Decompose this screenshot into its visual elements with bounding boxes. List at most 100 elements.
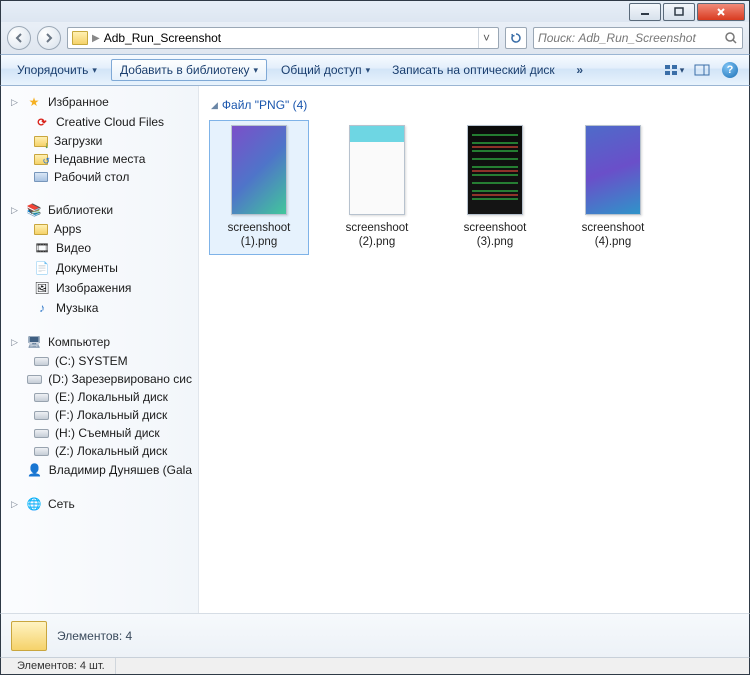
- file-name: screenshoot (4).png: [568, 221, 658, 250]
- status-bar: Элементов: 4 шт.: [0, 657, 750, 675]
- file-list-pane: ◢ Файл "PNG" (4) screenshoot (1).png scre…: [199, 86, 749, 613]
- user-icon: 👤: [27, 462, 43, 478]
- navigation-tree: ▷ ★ Избранное ⟳ Creative Cloud Files Загру…: [1, 86, 199, 613]
- tree-item[interactable]: Рабочий стол: [1, 168, 198, 186]
- tree-item-label: (F:) Локальный диск: [55, 408, 167, 422]
- drive-icon: [34, 429, 49, 438]
- file-item[interactable]: screenshoot (4).png: [563, 120, 663, 255]
- file-name: screenshoot (1).png: [214, 221, 304, 250]
- tree-item[interactable]: (C:) SYSTEM: [1, 352, 198, 370]
- group-header[interactable]: ◢ Файл "PNG" (4): [209, 94, 739, 120]
- tree-item[interactable]: Загрузки: [1, 132, 198, 150]
- minimize-button[interactable]: [629, 3, 661, 21]
- view-options-button[interactable]: ▾: [663, 59, 685, 81]
- tree-item-label: (H:) Съемный диск: [55, 426, 160, 440]
- window-titlebar: [0, 0, 750, 22]
- tree-item-label: Изображения: [56, 281, 131, 295]
- tree-item-label: (C:) SYSTEM: [55, 354, 128, 368]
- chevron-down-icon: ▾: [680, 65, 685, 76]
- file-item[interactable]: screenshoot (3).png: [445, 120, 545, 255]
- recent-places-icon: [34, 154, 48, 165]
- refresh-button[interactable]: [505, 27, 527, 49]
- file-thumbnail: [585, 125, 641, 215]
- folder-icon: [34, 224, 48, 235]
- tree-header-favorites[interactable]: ▷ ★ Избранное: [1, 92, 198, 112]
- details-summary: Элементов: 4: [57, 629, 132, 643]
- tree-item[interactable]: 👤 Владимир Дуняшев (Gala: [1, 460, 198, 480]
- tree-item[interactable]: (H:) Съемный диск: [1, 424, 198, 442]
- drive-icon: [34, 393, 49, 402]
- file-name: screenshoot (3).png: [450, 221, 540, 250]
- help-icon: ?: [722, 62, 738, 78]
- pictures-icon: 🖼: [34, 280, 50, 296]
- expand-icon: ▷: [11, 97, 20, 108]
- file-thumbnail: [231, 125, 287, 215]
- tree-item-label: Apps: [54, 222, 81, 236]
- folder-icon: [72, 31, 88, 45]
- file-name: screenshoot (2).png: [332, 221, 422, 250]
- network-icon: 🌐: [26, 496, 42, 512]
- chevron-down-icon: ▾: [92, 65, 97, 76]
- burn-button[interactable]: Записать на оптический диск: [384, 60, 563, 80]
- chevron-down-icon: ▾: [366, 65, 371, 76]
- share-button[interactable]: Общий доступ▾: [273, 60, 378, 80]
- tree-item[interactable]: ⟳ Creative Cloud Files: [1, 112, 198, 132]
- tree-item[interactable]: 🎞 Видео: [1, 238, 198, 258]
- tree-item-label: Видео: [56, 241, 91, 255]
- tree-item-label: Музыка: [56, 301, 98, 315]
- tree-item-label: Creative Cloud Files: [56, 115, 164, 129]
- tree-header-computer[interactable]: ▷ 🖥 Компьютер: [1, 332, 198, 352]
- music-icon: ♪: [34, 300, 50, 316]
- search-placeholder: Поиск: Adb_Run_Screenshot: [538, 31, 724, 45]
- expand-icon: ▷: [11, 205, 20, 216]
- tree-item-label: Недавние места: [54, 152, 145, 166]
- computer-icon: 🖥: [26, 334, 42, 350]
- preview-pane-button[interactable]: [691, 59, 713, 81]
- video-icon: 🎞: [34, 240, 50, 256]
- expand-icon: ▷: [11, 337, 20, 348]
- tree-item[interactable]: (Z:) Локальный диск: [1, 442, 198, 460]
- desktop-icon: [34, 172, 48, 182]
- tree-item-label: (Z:) Локальный диск: [55, 444, 167, 458]
- tree-item[interactable]: ♪ Музыка: [1, 298, 198, 318]
- tree-item[interactable]: Недавние места: [1, 150, 198, 168]
- tree-header-libraries[interactable]: ▷ 📚 Библиотеки: [1, 200, 198, 220]
- nav-row: ▶ Adb_Run_Screenshot ˅ Поиск: Adb_Run_Sc…: [0, 22, 750, 54]
- details-pane: Элементов: 4: [0, 613, 750, 657]
- tree-item-label: Документы: [56, 261, 118, 275]
- drive-icon: [27, 375, 42, 384]
- libraries-icon: 📚: [26, 202, 42, 218]
- address-segment[interactable]: Adb_Run_Screenshot: [104, 31, 221, 45]
- tree-item[interactable]: 🖼 Изображения: [1, 278, 198, 298]
- overflow-button[interactable]: »: [569, 59, 591, 81]
- address-bar[interactable]: ▶ Adb_Run_Screenshot ˅: [67, 27, 499, 49]
- creative-cloud-icon: ⟳: [34, 114, 50, 130]
- tree-item[interactable]: Apps: [1, 220, 198, 238]
- maximize-button[interactable]: [663, 3, 695, 21]
- chevron-down-icon: ▾: [253, 65, 258, 76]
- forward-button[interactable]: [37, 26, 61, 50]
- drive-icon: [34, 411, 49, 420]
- search-input[interactable]: Поиск: Adb_Run_Screenshot: [533, 27, 743, 49]
- status-item-count: Элементов: 4 шт.: [7, 658, 116, 674]
- drive-icon: [34, 447, 49, 456]
- tree-item[interactable]: 📄Документы: [1, 258, 198, 278]
- tree-item[interactable]: (D:) Зарезервировано сис: [1, 370, 198, 388]
- close-button[interactable]: [697, 3, 745, 21]
- folder-icon: [11, 621, 47, 651]
- tree-item[interactable]: (E:) Локальный диск: [1, 388, 198, 406]
- star-icon: ★: [26, 94, 42, 110]
- back-button[interactable]: [7, 26, 31, 50]
- file-item[interactable]: screenshoot (1).png: [209, 120, 309, 255]
- tree-item[interactable]: (F:) Локальный диск: [1, 406, 198, 424]
- tree-header-network[interactable]: ▷ 🌐 Сеть: [1, 494, 198, 514]
- address-dropdown-button[interactable]: ˅: [478, 28, 494, 48]
- help-button[interactable]: ?: [719, 59, 741, 81]
- command-bar: Упорядочить▾ Добавить в библиотеку▾ Общи…: [0, 54, 750, 86]
- file-item[interactable]: screenshoot (2).png: [327, 120, 427, 255]
- expand-icon: ▷: [11, 499, 20, 510]
- add-to-library-button[interactable]: Добавить в библиотеку▾: [111, 59, 267, 81]
- organize-button[interactable]: Упорядочить▾: [9, 60, 105, 80]
- tree-item-label: (D:) Зарезервировано сис: [48, 372, 192, 386]
- tree-item-label: Владимир Дуняшев (Gala: [49, 463, 192, 477]
